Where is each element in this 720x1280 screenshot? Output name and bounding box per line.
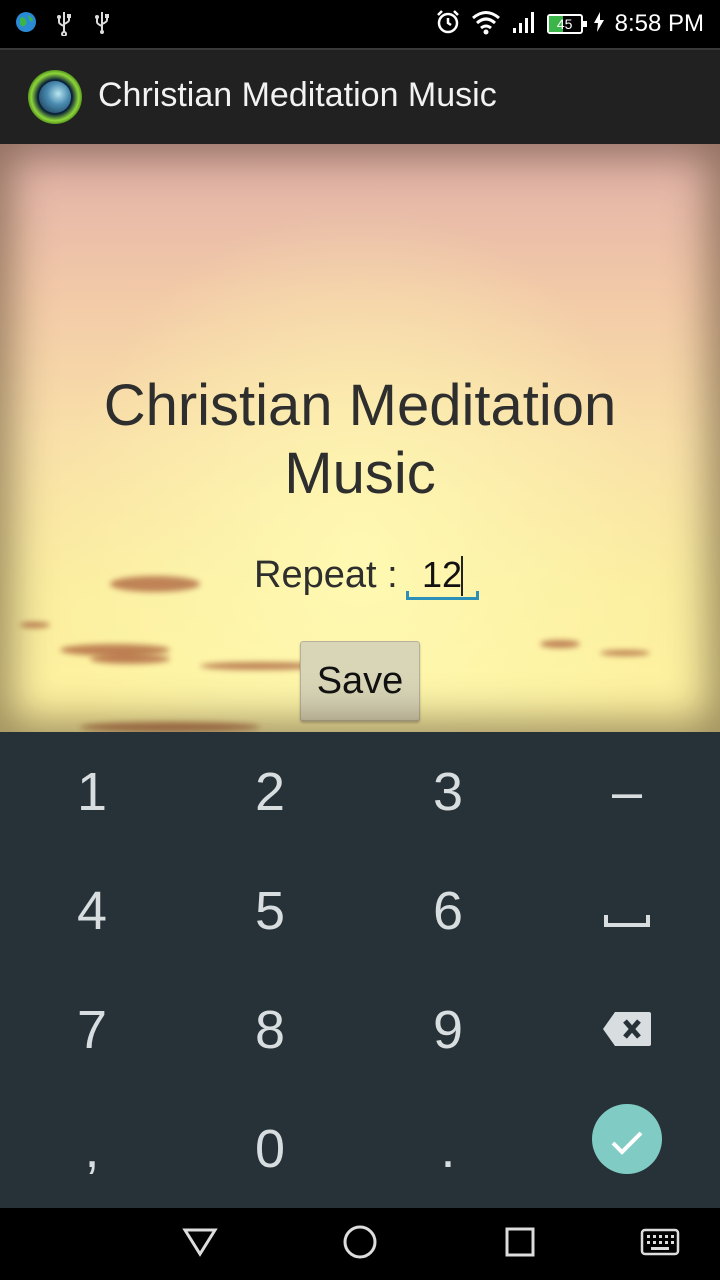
keyboard-icon bbox=[640, 1228, 680, 1261]
key-4[interactable]: 4 bbox=[2, 851, 182, 970]
app-logo-inner bbox=[39, 81, 71, 113]
cloud bbox=[540, 640, 580, 648]
repeat-input[interactable] bbox=[404, 546, 480, 604]
key-8[interactable]: 8 bbox=[180, 970, 360, 1089]
wifi-icon bbox=[471, 9, 501, 40]
key-9[interactable]: 9 bbox=[358, 970, 538, 1089]
battery-nub bbox=[582, 21, 587, 27]
key-period[interactable]: . bbox=[358, 1089, 538, 1208]
recents-button[interactable] bbox=[500, 1224, 540, 1264]
battery-level: 45 bbox=[556, 16, 573, 32]
cloud bbox=[110, 576, 200, 592]
cloud bbox=[80, 722, 260, 732]
back-button[interactable] bbox=[180, 1224, 220, 1264]
key-done[interactable] bbox=[537, 1079, 717, 1198]
status-time: 8:58 PM bbox=[614, 10, 704, 37]
recents-icon bbox=[504, 1226, 536, 1263]
app-bar: Christian Meditation Music bbox=[0, 48, 720, 144]
key-2[interactable]: 2 bbox=[180, 732, 360, 851]
repeat-label: Repeat : bbox=[254, 554, 398, 596]
app-logo-icon bbox=[28, 70, 82, 124]
numeric-keyboard: 1 2 3 – 4 5 6 7 8 9 , 0 . bbox=[0, 732, 720, 1208]
usb-icon bbox=[52, 10, 78, 37]
done-button[interactable] bbox=[592, 1103, 662, 1174]
back-icon bbox=[182, 1226, 218, 1263]
key-7[interactable]: 7 bbox=[2, 970, 182, 1089]
key-0[interactable]: 0 bbox=[180, 1089, 360, 1208]
cloud bbox=[600, 650, 650, 656]
alarm-icon bbox=[435, 9, 461, 40]
save-button[interactable]: Save bbox=[300, 641, 420, 721]
key-6[interactable]: 6 bbox=[358, 851, 538, 970]
navigation-bar bbox=[0, 1208, 720, 1280]
battery-icon: 45 bbox=[546, 14, 587, 34]
cloud bbox=[90, 654, 170, 664]
status-left-icons bbox=[14, 10, 116, 37]
usb-icon bbox=[90, 10, 116, 36]
main-content: Christian Meditation Music Repeat : Save bbox=[0, 144, 720, 732]
key-5[interactable]: 5 bbox=[180, 851, 360, 970]
app-bar-title: Christian Meditation Music bbox=[98, 76, 497, 114]
globe-icon bbox=[14, 10, 40, 36]
page-title: Christian Meditation Music bbox=[103, 373, 617, 506]
key-backspace[interactable] bbox=[537, 970, 717, 1089]
text-cursor bbox=[461, 556, 463, 596]
key-1[interactable]: 1 bbox=[2, 732, 182, 851]
keyboard-switch-button[interactable] bbox=[640, 1224, 680, 1264]
check-icon bbox=[610, 1108, 644, 1170]
home-icon bbox=[342, 1224, 378, 1265]
key-comma[interactable]: , bbox=[2, 1089, 182, 1208]
space-icon bbox=[604, 880, 650, 942]
key-minus[interactable]: – bbox=[537, 732, 717, 851]
key-space[interactable] bbox=[537, 851, 717, 970]
signal-icon bbox=[511, 10, 537, 39]
backspace-icon bbox=[601, 999, 653, 1061]
cloud bbox=[20, 622, 50, 628]
home-button[interactable] bbox=[340, 1224, 380, 1264]
input-underline bbox=[406, 591, 479, 600]
status-bar: 45 8:58 PM bbox=[0, 0, 720, 48]
status-right-icons: 45 8:58 PM bbox=[435, 8, 704, 40]
charging-icon bbox=[593, 11, 605, 38]
key-3[interactable]: 3 bbox=[358, 732, 538, 851]
